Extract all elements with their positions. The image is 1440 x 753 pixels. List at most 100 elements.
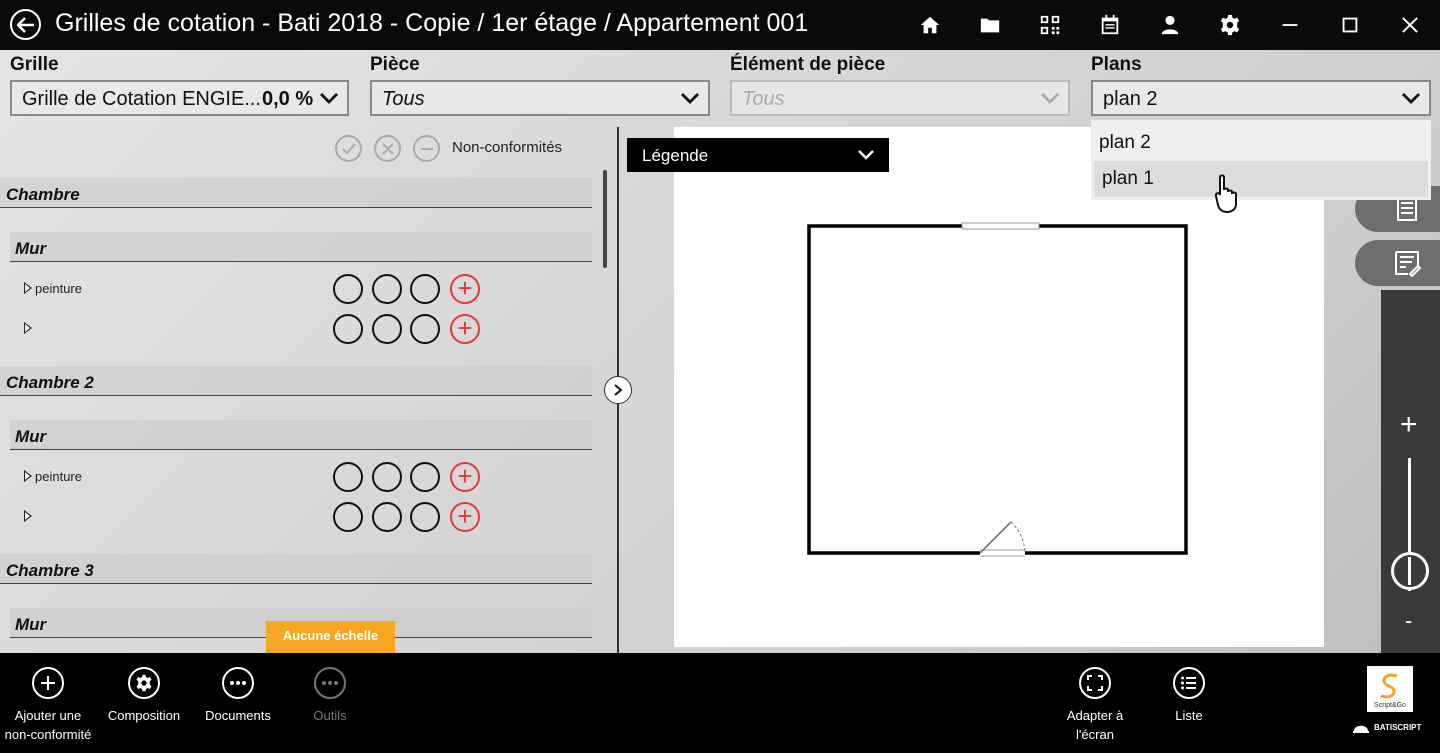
rating-circle[interactable]: [410, 274, 440, 304]
list-icon: [1173, 667, 1205, 699]
batiscript-brand: BATISCRIPT: [1352, 719, 1440, 737]
subsection-title: Mur: [15, 239, 47, 258]
outils-button: Outils: [290, 667, 370, 725]
documents-button[interactable]: Documents: [195, 667, 281, 725]
grille-percent: 0,0 %: [262, 88, 314, 110]
minus-icon[interactable]: [413, 135, 440, 162]
expand-triangle-icon[interactable]: [24, 322, 32, 334]
brand-label: BATISCRIPT: [1374, 723, 1422, 732]
piece-select[interactable]: Tous: [370, 80, 710, 116]
expand-triangle-icon[interactable]: [24, 510, 32, 522]
check-icon[interactable]: [335, 135, 362, 162]
gear-icon: [128, 667, 160, 699]
grille-label: Grille: [10, 54, 59, 75]
grille-value: Grille de Cotation ENGIE...: [22, 88, 261, 110]
list-item[interactable]: peinture +: [22, 272, 502, 306]
maximize-icon[interactable]: [1338, 13, 1362, 37]
section-header[interactable]: Chambre 2: [0, 366, 592, 396]
side-tool-button[interactable]: [1355, 240, 1440, 286]
zoom-out-button[interactable]: -: [1405, 608, 1412, 634]
calendar-icon[interactable]: [1098, 13, 1122, 37]
hand-cursor-icon: [1214, 174, 1237, 214]
plans-select[interactable]: plan 2: [1091, 80, 1431, 116]
rating-circle[interactable]: [410, 314, 440, 344]
title-bar: Grilles de cotation - Bati 2018 - Copie …: [0, 0, 1440, 50]
list-item[interactable]: peinture +: [22, 460, 502, 494]
legend-label: Légende: [642, 146, 709, 165]
chevron-down-icon: [1393, 82, 1429, 114]
item-label: peinture: [35, 281, 82, 296]
add-nonconformity-button[interactable]: Ajouter une non-conformité: [0, 667, 96, 744]
legend-dropdown[interactable]: Légende: [627, 138, 889, 172]
qr-code-icon[interactable]: [1038, 13, 1062, 37]
outils-label: Outils: [313, 708, 347, 723]
fit-screen-button[interactable]: Adapter à l'écran: [1052, 667, 1138, 744]
scrollbar[interactable]: [603, 170, 607, 268]
list-item[interactable]: +: [22, 500, 502, 534]
door-leaf: [979, 521, 1012, 554]
minimize-icon[interactable]: [1278, 13, 1302, 37]
add-nonconformity-label: Ajouter une non-conformité: [4, 708, 92, 742]
rating-circle[interactable]: [372, 462, 402, 492]
composition-label: Composition: [107, 708, 181, 723]
section-title: Chambre 3: [6, 561, 94, 580]
documents-label: Documents: [205, 708, 271, 723]
add-nc-plus-icon[interactable]: +: [450, 502, 480, 532]
piece-label: Pièce: [370, 54, 420, 75]
section-header[interactable]: Chambre 3: [0, 554, 592, 584]
fit-screen-icon: [1079, 667, 1111, 699]
subsection-header[interactable]: Mur: [10, 420, 592, 450]
nonconformity-label: Non-conformités: [452, 139, 563, 156]
subsection-header[interactable]: Mur: [10, 232, 592, 262]
back-icon: [16, 16, 34, 33]
liste-button[interactable]: Liste: [1150, 667, 1228, 725]
rating-circle[interactable]: [333, 502, 363, 532]
rating-circle[interactable]: [333, 314, 363, 344]
checklist-edit-icon: [1395, 251, 1422, 278]
add-nc-plus-icon[interactable]: +: [450, 462, 480, 492]
rating-circle[interactable]: [372, 314, 402, 344]
list-item[interactable]: +: [22, 312, 502, 346]
grille-select[interactable]: Grille de Cotation ENGIE... 0,0 %: [10, 80, 349, 116]
element-value: Tous: [742, 88, 785, 110]
plans-option[interactable]: plan 2: [1091, 125, 1431, 161]
add-nc-plus-icon[interactable]: +: [450, 314, 480, 344]
liste-label: Liste: [1175, 708, 1203, 723]
plans-value: plan 2: [1103, 88, 1158, 110]
rating-circle[interactable]: [372, 502, 402, 532]
expand-triangle-icon[interactable]: [24, 282, 32, 294]
rating-circle[interactable]: [333, 274, 363, 304]
close-icon[interactable]: [1398, 13, 1422, 37]
subsection-title: Mur: [15, 615, 47, 634]
chevron-down-icon: [1032, 82, 1068, 114]
subsection-title: Mur: [15, 427, 47, 446]
door-swing: [1010, 521, 1026, 554]
element-select: Tous: [730, 80, 1070, 116]
rating-circle[interactable]: [410, 462, 440, 492]
chevron-right-icon: [614, 384, 623, 396]
chevron-down-icon: [672, 82, 708, 114]
page-title: Grilles de cotation - Bati 2018 - Copie …: [55, 9, 809, 37]
home-icon[interactable]: [918, 13, 942, 37]
add-nc-plus-icon[interactable]: +: [450, 274, 480, 304]
piece-value: Tous: [382, 88, 425, 110]
rating-circle[interactable]: [372, 274, 402, 304]
gear-icon[interactable]: [1218, 13, 1242, 37]
plans-option[interactable]: plan 1: [1094, 161, 1428, 197]
zoom-in-button[interactable]: +: [1400, 410, 1418, 440]
rating-circle[interactable]: [410, 502, 440, 532]
section-header[interactable]: Chambre: [0, 178, 592, 208]
scriptandgo-logo: Script&Go: [1367, 666, 1413, 712]
user-icon[interactable]: [1158, 13, 1182, 37]
back-button[interactable]: [10, 9, 41, 40]
rating-circle[interactable]: [333, 462, 363, 492]
expand-panel-button[interactable]: [604, 376, 632, 404]
expand-triangle-icon[interactable]: [24, 470, 32, 482]
cross-icon[interactable]: [374, 135, 401, 162]
chevron-down-icon: [311, 82, 347, 114]
composition-button[interactable]: Composition: [100, 667, 188, 725]
plans-label: Plans: [1091, 54, 1142, 75]
folder-icon[interactable]: [978, 13, 1002, 37]
zoom-slider-handle[interactable]: [1391, 552, 1429, 590]
helmet-icon: [1353, 725, 1369, 733]
